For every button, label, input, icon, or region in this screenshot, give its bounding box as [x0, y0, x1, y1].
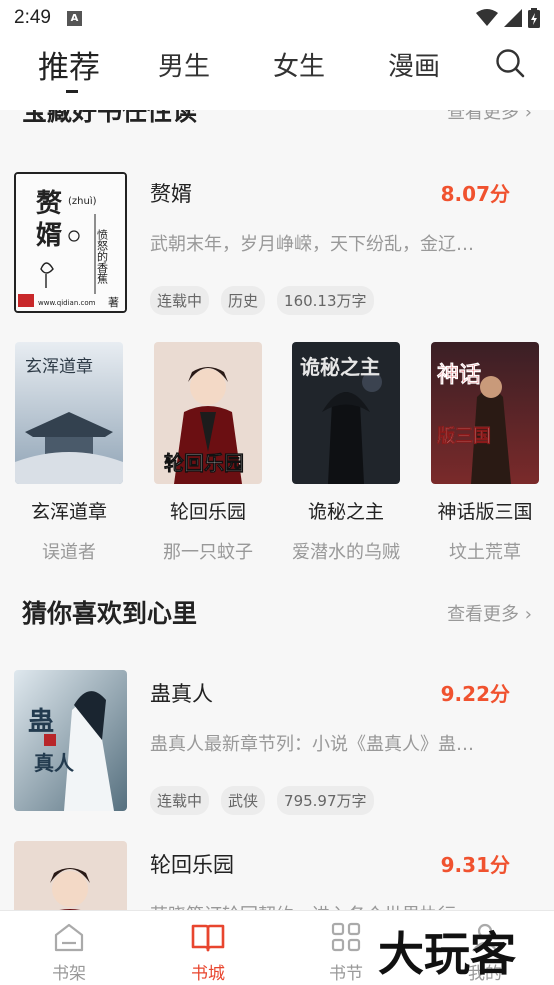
- grid-book-author: 爱潜水的乌贼: [292, 542, 400, 563]
- cover-author: 愤怒的香蕉: [96, 229, 109, 285]
- book-desc: 武朝末年，岁月峥嵘，天下纷乱，金辽…: [150, 234, 474, 255]
- book-row[interactable]: 蛊 真人 蛊真人 9.22分 蛊真人最新章节列：小说《蛊真人》蛊… 连载中 武侠…: [0, 670, 554, 830]
- section-title: 宝藏好书任性读: [22, 110, 198, 126]
- cover-art: 赘 婿 (zhuì) 愤怒的香蕉 www.qidian.com 著: [16, 174, 125, 311]
- cover-text: 玄浑道章: [25, 357, 93, 377]
- tab-indicator: [66, 90, 78, 93]
- book-tags: 连载中 历史 160.13万字: [150, 286, 374, 315]
- cover-pinyin: (zhuì): [68, 195, 97, 207]
- svg-text:著: 著: [108, 295, 119, 309]
- top-tab-bar: 推荐 男生 女生 漫画: [0, 36, 554, 110]
- status-bar: 2:49 A: [0, 0, 554, 36]
- book-cover: [14, 841, 127, 910]
- tag-genre: 历史: [221, 286, 266, 315]
- status-icons: [476, 8, 540, 28]
- signal-icon: [504, 9, 522, 27]
- status-time: 2:49: [14, 7, 51, 28]
- cover-title-2: 婿: [36, 221, 62, 251]
- nav-label: 书城: [191, 964, 225, 984]
- wifi-icon: [476, 9, 498, 26]
- book-open-icon: [191, 924, 225, 952]
- grid-book-title: 轮回乐园: [169, 501, 246, 523]
- book-score: 9.31分: [440, 853, 510, 877]
- book-cover: 蛊 真人: [14, 670, 127, 811]
- tag-wordcount: 160.13万字: [277, 286, 374, 315]
- chevron-right-icon: ›: [524, 604, 532, 625]
- chevron-right-icon: ›: [524, 110, 532, 123]
- cover-text: 蛊: [28, 707, 54, 737]
- book-row-featured[interactable]: 赘 婿 (zhuì) 愤怒的香蕉 www.qidian.com 著 赘婿 8.0…: [0, 170, 554, 330]
- battery-icon: [528, 8, 540, 28]
- more-link-label: 查看更多: [447, 110, 520, 123]
- nav-bookstore[interactable]: 书城: [173, 921, 243, 984]
- grid-book-3[interactable]: 诡秘之主 诡秘之主 爱潜水的乌贼: [292, 342, 400, 564]
- section-title: 猜你喜欢到心里: [22, 599, 198, 628]
- tab-male[interactable]: 男生: [158, 46, 210, 83]
- book-tags: 连载中 武侠 795.97万字: [150, 786, 374, 815]
- grid-book-author: 误道者: [42, 542, 96, 563]
- grid-book-title: 诡秘之主: [307, 501, 384, 523]
- main-content[interactable]: 宝藏好书任性读 查看更多 › 赘 婿 (zhuì) 愤怒的香蕉 www.qidi…: [0, 110, 554, 910]
- book-row[interactable]: 轮回乐园 9.31分 苏晓签订轮回契约，进入各个世界执行…: [0, 841, 554, 910]
- book-cover: 神话 版三国: [431, 342, 539, 484]
- cover-text: 神话: [437, 362, 481, 388]
- search-icon[interactable]: [495, 48, 525, 78]
- nav-label: 书节: [329, 964, 363, 984]
- tab-comic[interactable]: 漫画: [388, 46, 440, 83]
- grid-icon: [331, 922, 361, 952]
- nav-label: 书架: [52, 964, 86, 984]
- svg-text:真人: 真人: [34, 751, 75, 775]
- tag-wordcount: 795.97万字: [277, 786, 374, 815]
- book-cover: 轮回乐园: [154, 342, 262, 484]
- watermark: 大玩客: [378, 927, 516, 981]
- notification-icon: A: [66, 10, 82, 26]
- book-title: 轮回乐园: [150, 853, 234, 877]
- bookshelf-icon: [54, 923, 84, 952]
- cover-text: 诡秘之主: [300, 355, 380, 379]
- book-cover: 诡秘之主: [292, 342, 400, 484]
- book-desc: 蛊真人最新章节列：小说《蛊真人》蛊…: [150, 734, 474, 755]
- nav-bookshelf[interactable]: 书架: [34, 921, 104, 984]
- nav-booklist[interactable]: 书节: [311, 921, 381, 984]
- more-link[interactable]: 查看更多 ›: [447, 110, 532, 124]
- cover-title-1: 赘: [35, 189, 63, 219]
- grid-book-title: 玄浑道章: [30, 501, 107, 523]
- tag-genre: 武侠: [221, 786, 266, 815]
- more-link-label: 查看更多: [447, 604, 520, 625]
- book-title: 蛊真人: [150, 682, 213, 706]
- tag-status: 连载中: [150, 786, 210, 815]
- book-cover: 赘 婿 (zhuì) 愤怒的香蕉 www.qidian.com 著: [14, 172, 127, 313]
- book-grid: 玄浑道章 玄浑道章 误道者 轮回乐园 轮回乐园 那一只蚊子 诡秘之主 诡秘之主 …: [0, 342, 554, 572]
- tag-status: 连载中: [150, 286, 210, 315]
- grid-book-2[interactable]: 轮回乐园 轮回乐园 那一只蚊子: [154, 342, 262, 564]
- more-link[interactable]: 查看更多 ›: [447, 600, 532, 626]
- book-score: 9.22分: [440, 682, 510, 706]
- book-cover: 玄浑道章: [15, 342, 123, 484]
- grid-book-author: 那一只蚊子: [163, 542, 253, 563]
- tab-recommend[interactable]: 推荐: [38, 42, 100, 87]
- grid-book-author: 坟土荒草: [449, 542, 521, 563]
- grid-book-1[interactable]: 玄浑道章 玄浑道章 误道者: [15, 342, 123, 564]
- svg-text:版三国: 版三国: [437, 425, 491, 447]
- section-header-clipped: 宝藏好书任性读 查看更多 ›: [0, 110, 554, 126]
- book-title: 赘婿: [150, 182, 192, 206]
- grid-book-4[interactable]: 神话 版三国 神话版三国 坟土荒草: [431, 342, 539, 564]
- grid-book-title: 神话版三国: [437, 501, 533, 523]
- cover-text: 轮回乐园: [164, 451, 244, 475]
- tab-female[interactable]: 女生: [273, 46, 325, 83]
- book-desc: 苏晓签订轮回契约，进入各个世界执行…: [150, 901, 510, 910]
- book-score: 8.07分: [440, 182, 510, 206]
- cover-site: www.qidian.com: [38, 299, 96, 307]
